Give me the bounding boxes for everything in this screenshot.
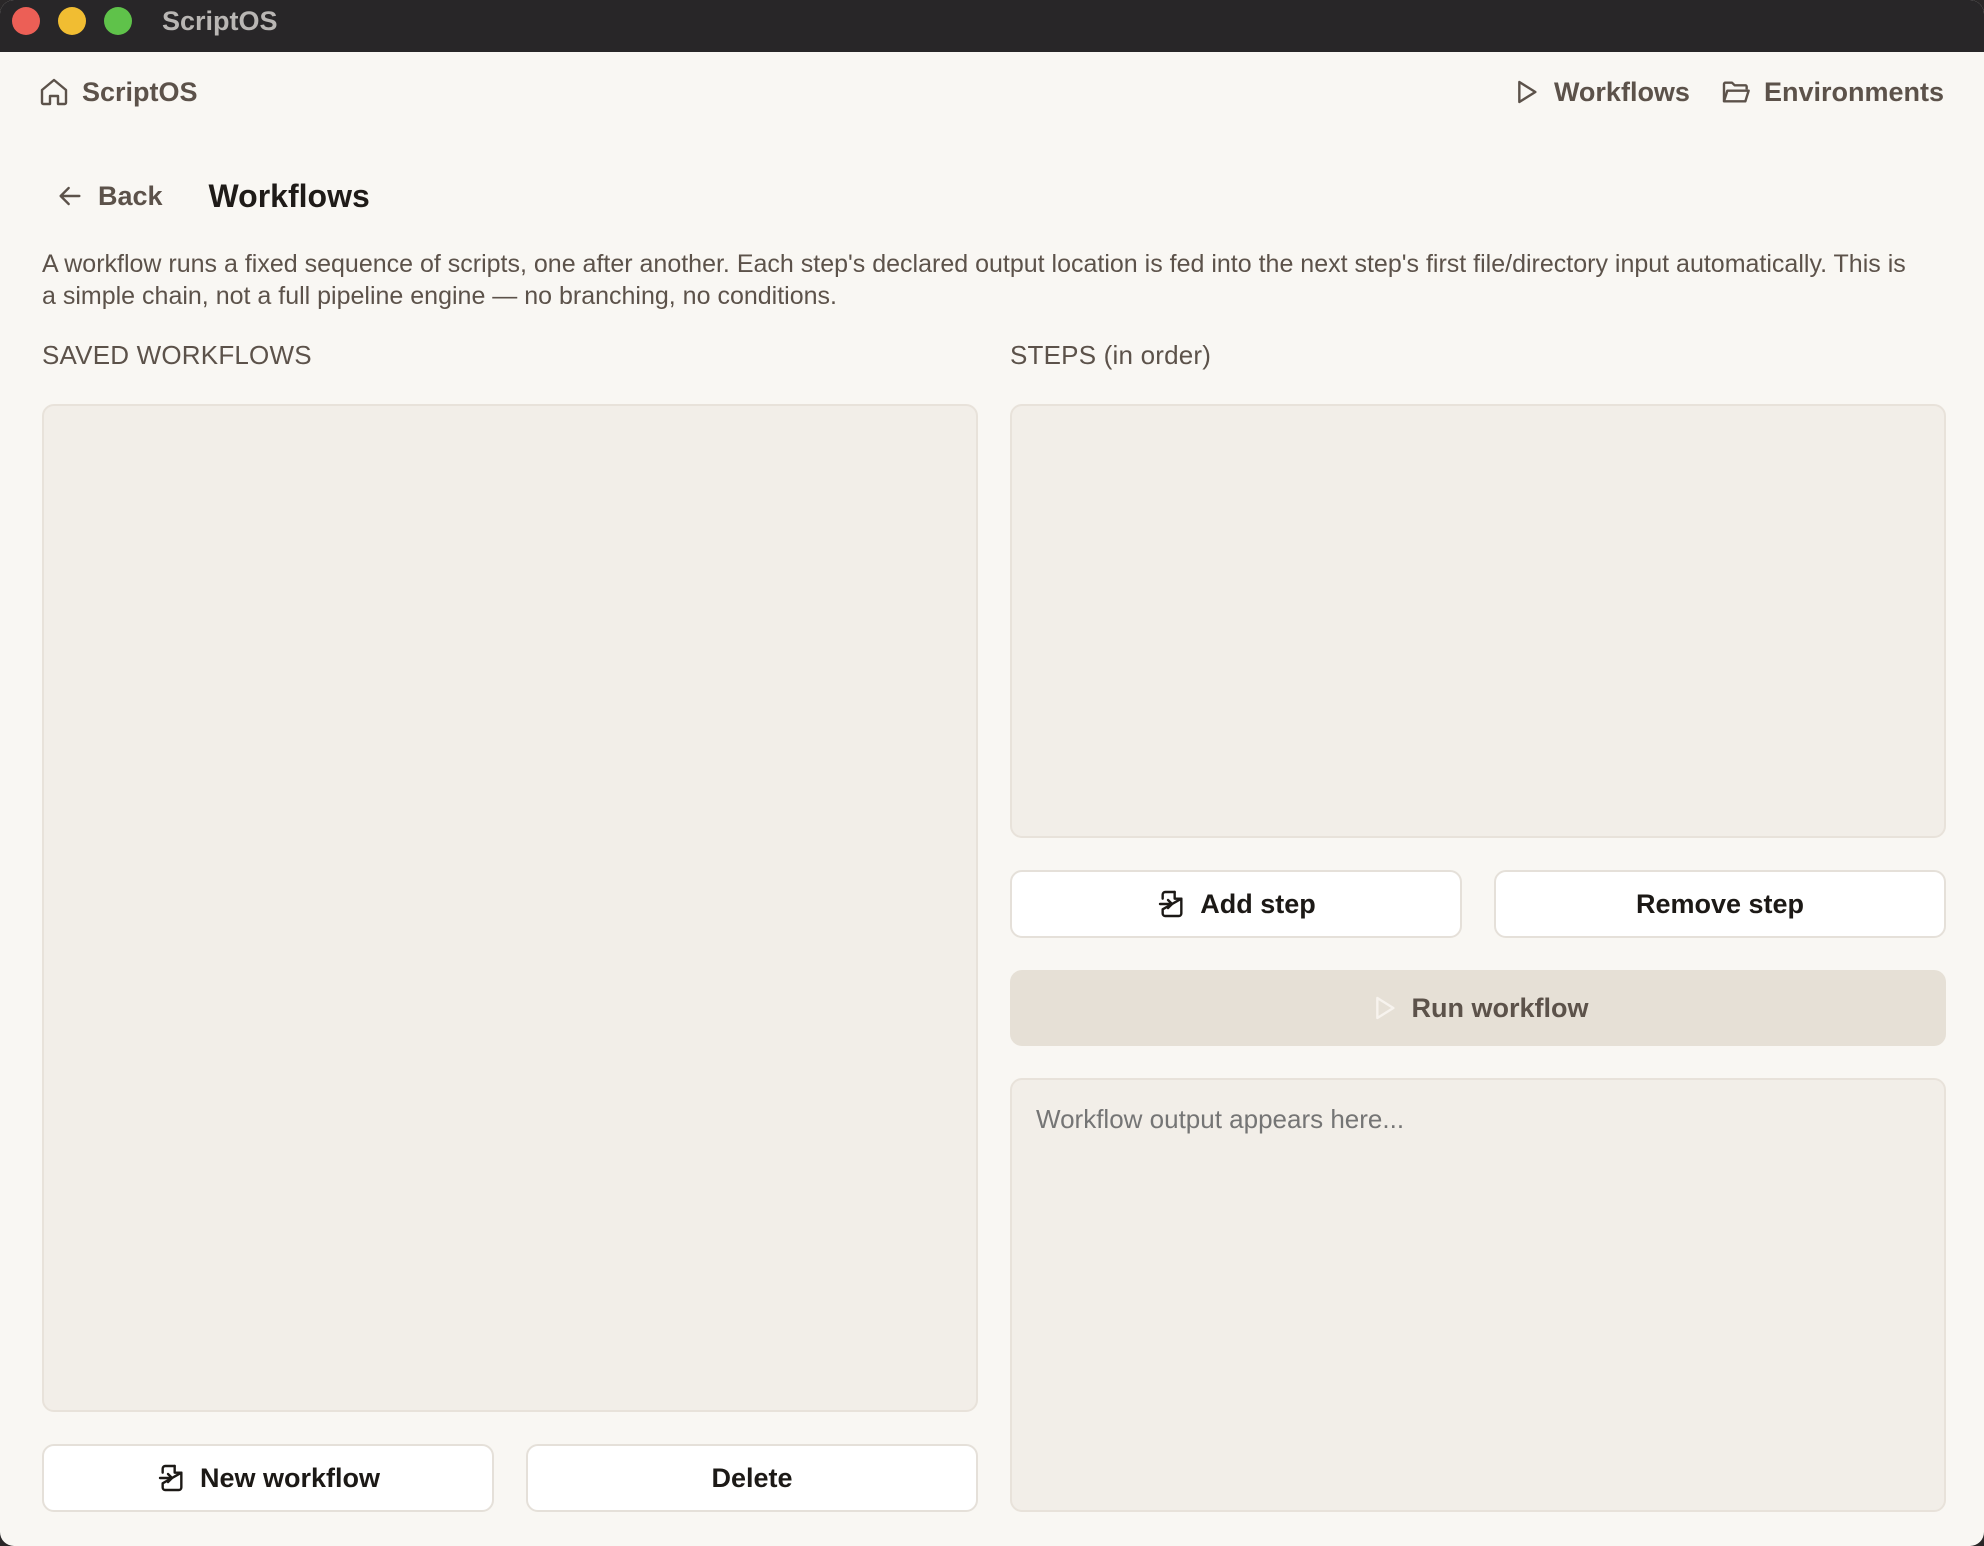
top-navigation: ScriptOS Workflows Environments — [0, 52, 1984, 132]
arrow-left-icon — [54, 180, 86, 212]
page-title: Workflows — [208, 177, 370, 214]
file-import-icon — [1156, 888, 1188, 920]
saved-workflows-list[interactable] — [42, 404, 978, 1412]
back-button[interactable]: Back — [54, 180, 163, 212]
nav-home-link[interactable]: ScriptOS — [38, 72, 198, 112]
workflow-output[interactable] — [1010, 1078, 1946, 1512]
file-import-icon — [156, 1462, 188, 1494]
title-bar: ScriptOS — [0, 0, 1984, 52]
steps-heading: STEPS (in order) — [1010, 340, 1212, 370]
play-icon — [1510, 76, 1542, 108]
saved-workflows-heading: SAVED WORKFLOWS — [42, 340, 312, 370]
nav-link-environments[interactable]: Environments — [1720, 76, 1944, 108]
page-header: Back Workflows — [54, 172, 370, 220]
nav-link-label: Environments — [1763, 76, 1944, 107]
nav-home-label: ScriptOS — [82, 76, 198, 107]
app-window: ScriptOS ScriptOS Workflows Environments… — [0, 0, 1984, 1546]
run-workflow-button[interactable]: Run workflow — [1010, 970, 1946, 1046]
minimize-window-button[interactable] — [58, 7, 86, 35]
delete-label: Delete — [711, 1462, 793, 1493]
new-workflow-label: New workflow — [199, 1462, 381, 1493]
play-icon — [1368, 992, 1400, 1024]
window-title: ScriptOS — [162, 6, 278, 36]
remove-step-label: Remove step — [1635, 888, 1805, 919]
delete-workflow-button[interactable]: Delete — [526, 1444, 978, 1512]
remove-step-button[interactable]: Remove step — [1494, 870, 1946, 938]
nav-link-label: Workflows — [1553, 76, 1690, 107]
run-workflow-label: Run workflow — [1411, 992, 1589, 1023]
new-workflow-button[interactable]: New workflow — [42, 1444, 494, 1512]
page-description: A workflow runs a fixed sequence of scri… — [42, 250, 1906, 310]
add-step-button[interactable]: Add step — [1010, 870, 1462, 938]
steps-list[interactable] — [1010, 404, 1946, 838]
close-window-button[interactable] — [12, 7, 40, 35]
nav-links: Workflows Environments — [1510, 72, 1944, 112]
folder-open-icon — [1720, 76, 1752, 108]
add-step-label: Add step — [1200, 888, 1316, 919]
nav-link-workflows[interactable]: Workflows — [1510, 76, 1690, 108]
maximize-window-button[interactable] — [104, 7, 132, 35]
back-button-label: Back — [98, 180, 163, 211]
home-icon — [38, 76, 70, 108]
